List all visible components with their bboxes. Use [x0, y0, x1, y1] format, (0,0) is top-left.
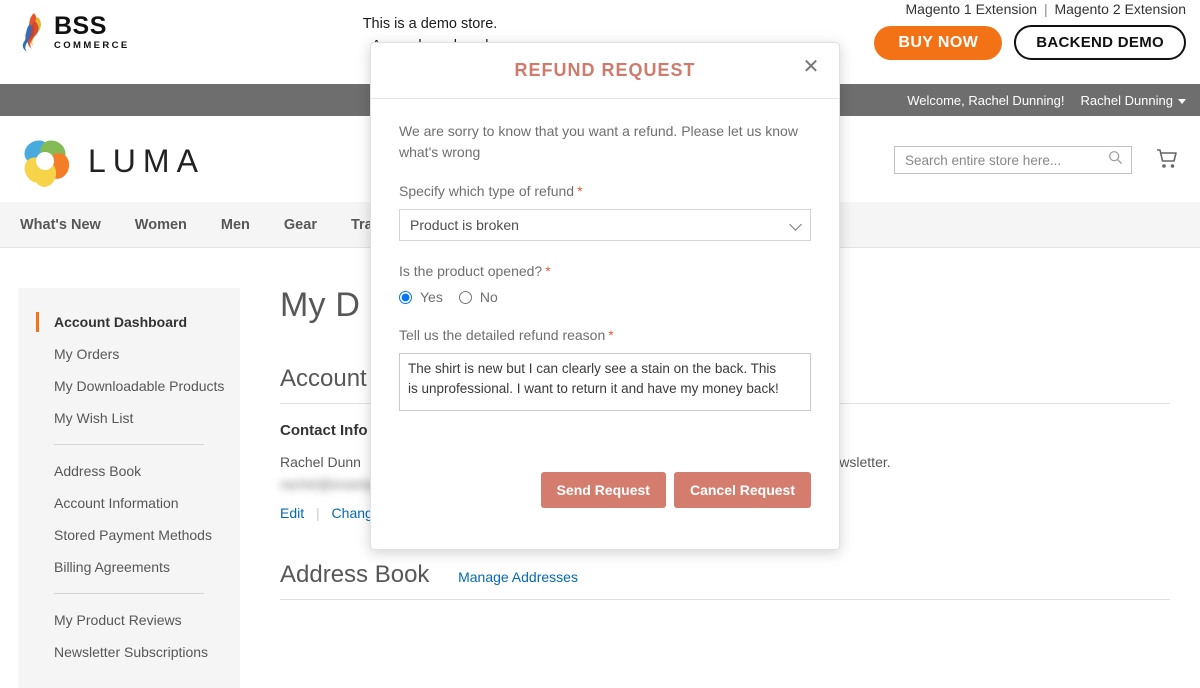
sidebar-item-account-information[interactable]: Account Information [18, 487, 240, 519]
product-opened-yes-label[interactable]: Yes [420, 289, 443, 305]
account-sidebar: Account Dashboard My Orders My Downloada… [18, 288, 240, 688]
edit-contact-link[interactable]: Edit [280, 505, 304, 521]
link-separator: | [316, 505, 320, 521]
manage-addresses-link[interactable]: Manage Addresses [458, 569, 578, 585]
magento-2-extension-link[interactable]: Magento 2 Extension [1054, 1, 1186, 17]
required-marker: * [577, 183, 582, 199]
sidebar-item-label: Billing Agreements [54, 559, 170, 575]
demo-notice-line1: This is a demo store. [363, 16, 498, 32]
account-information-title: Account I [280, 365, 380, 392]
user-account-menu[interactable]: Rachel Dunning [1080, 93, 1186, 108]
change-password-link[interactable]: Chang [332, 505, 373, 521]
sidebar-item-stored-payment-methods[interactable]: Stored Payment Methods [18, 519, 240, 551]
refund-type-field: Product is broken [399, 209, 811, 241]
sidebar-divider [54, 593, 204, 594]
nav-item-gear[interactable]: Gear [284, 217, 317, 233]
welcome-area: Welcome, Rachel Dunning! Rachel Dunning [907, 84, 1186, 116]
product-opened-no-label[interactable]: No [480, 289, 498, 305]
address-book-title: Address Book [280, 561, 429, 588]
sidebar-item-label: Account Dashboard [54, 314, 187, 330]
refund-type-label: Specify which type of refund* [399, 183, 811, 199]
modal-body: We are sorry to know that you want a ref… [371, 99, 839, 416]
promo-buttons: BUY NOW BACKEND DEMO [874, 25, 1186, 60]
nav-item-whats-new[interactable]: What's New [20, 217, 101, 233]
modal-intro-text: We are sorry to know that you want a ref… [399, 121, 811, 163]
search-box[interactable] [894, 146, 1132, 174]
refund-reason-field [399, 353, 811, 416]
address-book-heading: Address Book Manage Addresses [280, 561, 1185, 589]
sidebar-item-account-dashboard[interactable]: Account Dashboard [18, 306, 240, 338]
sidebar-item-label: Stored Payment Methods [54, 527, 212, 543]
refund-reason-textarea[interactable] [399, 353, 811, 411]
product-opened-no-radio[interactable] [459, 291, 472, 304]
magento-extension-links: Magento 1 Extension | Magento 2 Extensio… [906, 1, 1186, 17]
refund-type-label-text: Specify which type of refund [399, 183, 574, 199]
search-input[interactable] [903, 152, 1108, 169]
sidebar-item-my-wish-list[interactable]: My Wish List [18, 402, 240, 434]
sidebar-item-label: My Wish List [54, 410, 133, 426]
cart-icon[interactable] [1154, 146, 1182, 174]
send-request-button[interactable]: Send Request [541, 472, 666, 508]
backend-demo-button[interactable]: BACKEND DEMO [1014, 25, 1186, 60]
sidebar-item-label: Address Book [54, 463, 141, 479]
modal-header: REFUND REQUEST ✕ [371, 43, 839, 99]
required-marker: * [545, 263, 550, 279]
sidebar-divider [54, 444, 204, 445]
user-account-name: Rachel Dunning [1080, 93, 1173, 108]
required-marker: * [608, 327, 613, 343]
welcome-message: Welcome, Rachel Dunning! [907, 93, 1064, 108]
section-divider [280, 599, 1170, 600]
nav-item-women[interactable]: Women [135, 217, 187, 233]
luma-brand-text: LUMA [88, 143, 205, 180]
refund-reason-label: Tell us the detailed refund reason* [399, 327, 811, 343]
sidebar-item-billing-agreements[interactable]: Billing Agreements [18, 551, 240, 583]
sidebar-item-label: My Product Reviews [54, 612, 182, 628]
sidebar-item-address-book[interactable]: Address Book [18, 455, 240, 487]
magento-links-separator: | [1044, 1, 1048, 17]
cancel-request-button[interactable]: Cancel Request [674, 472, 811, 508]
magento-1-extension-link[interactable]: Magento 1 Extension [906, 1, 1038, 17]
refund-request-modal: REFUND REQUEST ✕ We are sorry to know th… [370, 42, 840, 550]
sidebar-item-my-downloadable-products[interactable]: My Downloadable Products [18, 370, 240, 402]
sidebar-item-my-product-reviews[interactable]: My Product Reviews [18, 604, 240, 636]
search-icon[interactable] [1108, 150, 1123, 170]
refund-reason-label-text: Tell us the detailed refund reason [399, 327, 605, 343]
sidebar-item-label: Newsletter Subscriptions [54, 644, 208, 660]
product-opened-label-text: Is the product opened? [399, 263, 542, 279]
product-opened-radio-group: Yes No [399, 289, 811, 305]
luma-logo[interactable]: LUMA [18, 134, 205, 188]
luma-ring-icon [18, 134, 72, 188]
refund-type-select[interactable]: Product is broken [399, 209, 811, 241]
product-opened-yes-radio[interactable] [399, 291, 412, 304]
product-opened-label: Is the product opened?* [399, 263, 811, 279]
modal-title: REFUND REQUEST [514, 60, 695, 81]
modal-action-buttons: Send Request Cancel Request [541, 472, 811, 508]
chevron-down-icon [1178, 99, 1186, 104]
sidebar-item-label: Account Information [54, 495, 179, 511]
nav-item-men[interactable]: Men [221, 217, 250, 233]
sidebar-item-label: My Orders [54, 346, 119, 362]
sidebar-item-label: My Downloadable Products [54, 378, 224, 394]
sidebar-item-my-orders[interactable]: My Orders [18, 338, 240, 370]
buy-now-button[interactable]: BUY NOW [874, 26, 1002, 60]
close-icon[interactable]: ✕ [801, 57, 821, 77]
